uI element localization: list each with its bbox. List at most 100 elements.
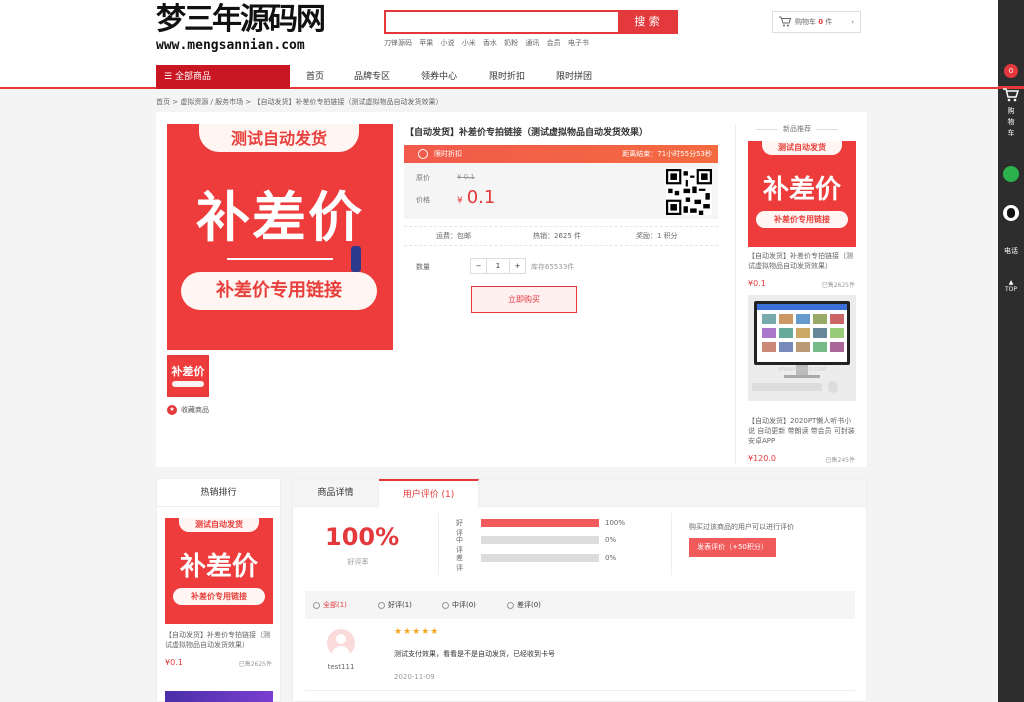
- price-currency: ¥: [457, 196, 463, 206]
- hot-word[interactable]: 小米: [462, 39, 476, 47]
- rail-cart-badge: 0: [1004, 64, 1018, 78]
- product-title: 【自动发货】补差价专拍链接（测试虚拟物品自动发货效果）: [405, 128, 649, 138]
- hot-item-image[interactable]: 测试自动发货 补差价 补差价专用链接: [165, 518, 273, 624]
- filter-all[interactable]: 全部(1): [313, 591, 347, 619]
- breadcrumb[interactable]: 首页 > 虚拟资源 / 服务市场 > 【自动发货】补差价专拍链接（测试虚拟物品自…: [156, 97, 442, 107]
- flash-countdown: 距离结束：71小时55分53秒: [622, 150, 712, 158]
- divider: [671, 513, 672, 575]
- image-pill-top: 测试自动发货: [762, 141, 842, 155]
- price-value: 0.1: [466, 187, 496, 208]
- tab-reviews[interactable]: 用户评价 (1): [379, 479, 479, 508]
- hot-word[interactable]: 刀锋源码: [384, 39, 412, 47]
- flash-label: 限时折扣: [434, 150, 462, 158]
- hot-item-title[interactable]: 【自动发货】补差价专拍链接（测试虚拟物品自动发货效果）: [165, 630, 273, 650]
- qr-code-icon: [666, 169, 712, 215]
- hot-word[interactable]: 小说: [440, 39, 454, 47]
- nav-item-discount[interactable]: 限时折扣: [489, 65, 525, 89]
- price-box: 原价 ¥ 0.1 价格 ¥0.1: [404, 163, 718, 219]
- logo-url: www.mengsannian.com: [156, 38, 305, 53]
- radio-icon: [507, 601, 514, 609]
- recommend-item-title[interactable]: 【自动发货】补差价专拍链接（测试虚拟物品自动发货效果）: [748, 251, 856, 271]
- hot-words: 刀锋源码 苹果 小说 小米 香水 奶粉 通讯 会员 电子书: [384, 38, 594, 48]
- recommend-item-price: ¥120.0: [748, 454, 776, 463]
- cart-icon[interactable]: [1003, 88, 1019, 102]
- avatar: [327, 629, 355, 657]
- search-input[interactable]: [386, 12, 618, 32]
- header-cart-button[interactable]: 购物车 0 件 ›: [772, 11, 861, 33]
- hot-item-price: ¥0.1: [165, 658, 183, 667]
- rail-phone[interactable]: 电话: [998, 246, 1024, 256]
- quantity-minus-button[interactable]: −: [471, 259, 487, 273]
- nav-item-brands[interactable]: 品牌专区: [354, 65, 390, 89]
- recommend-item-image[interactable]: WWW.MSYHD.COM: [748, 295, 856, 401]
- hot-word[interactable]: 苹果: [419, 39, 433, 47]
- review-date: 2020-11-09: [394, 673, 435, 681]
- write-review-button[interactable]: 发表评价（+50积分）: [689, 538, 776, 557]
- rating-bar-pct: 0%: [605, 536, 617, 544]
- hot-item-sold: 已售2625件: [238, 661, 272, 668]
- new-recommend: 新品推荐 测试自动发货 补差价 补差价专用链接 【自动发货】补差价专拍链接（测试…: [735, 124, 857, 464]
- review-item: test111 ★★★★★ 测试支付效果，看看是不是自动发货，已经收到卡号 20…: [305, 623, 855, 691]
- top-label: TOP: [1004, 286, 1017, 293]
- recommend-item-title[interactable]: 【自动发货】2020PT懒人听书小说 自动更新 带朗读 带会员 可封装安卓APP: [748, 416, 856, 446]
- tab-details[interactable]: 商品详情: [293, 479, 379, 507]
- nav-item-coupons[interactable]: 领券中心: [421, 65, 457, 89]
- quantity-input[interactable]: 1: [487, 259, 509, 273]
- favorite-label: 收藏商品: [181, 406, 209, 414]
- menu-icon: ☰: [164, 72, 175, 82]
- monitor-image: [748, 295, 856, 401]
- buy-now-button[interactable]: 立即购买: [471, 286, 577, 313]
- back-to-top-button[interactable]: ▲ TOP: [998, 279, 1024, 293]
- all-categories-button[interactable]: ☰ 全部商品: [156, 65, 290, 89]
- qq-icon[interactable]: [1003, 205, 1019, 221]
- recommend-item-price: ¥0.1: [748, 279, 766, 288]
- rail-cart-char: 物: [1007, 118, 1015, 126]
- filter-medium[interactable]: 中评(0): [442, 591, 476, 619]
- price: ¥0.1: [457, 187, 495, 208]
- product-thumbnail[interactable]: 补差价: [167, 355, 209, 397]
- hot-word[interactable]: 奶粉: [504, 39, 518, 47]
- review-filter: 全部(1) 好评(1) 中评(0) 差评(0): [305, 591, 855, 619]
- stock: 库存65533件: [531, 263, 575, 271]
- site-logo[interactable]: 梦三年源码网 www.mengsannian.com: [156, 4, 326, 54]
- search-button[interactable]: 搜 索: [618, 12, 676, 32]
- rating-bar-pct: 0%: [605, 554, 617, 562]
- hot-item-image[interactable]: [165, 691, 273, 702]
- radio-icon: [442, 601, 449, 609]
- nav-item-group-buy[interactable]: 限时拼团: [556, 65, 592, 89]
- recommend-item-sold: 已售2625件: [821, 282, 855, 289]
- rating-bar-track: [481, 536, 599, 544]
- image-main-text: 补差价: [762, 175, 841, 205]
- product-stats: 运费：包邮 热销：2625 件 奖励：1 积分: [404, 226, 718, 246]
- rating-bar-label: 差评: [456, 554, 463, 572]
- filter-label: 好评(1): [388, 601, 412, 609]
- image-pill-bottom: 补差价专用链接: [173, 588, 265, 605]
- hot-word[interactable]: 通讯: [525, 39, 539, 47]
- star-rating-icon: ★★★★★: [394, 627, 440, 637]
- flash-sale-bar: 限时折扣 距离结束：71小时55分53秒: [404, 145, 718, 163]
- wechat-icon[interactable]: [1003, 166, 1019, 182]
- rail-cart-label[interactable]: 购物车: [998, 106, 1024, 139]
- cart-label: 购物车: [795, 18, 816, 26]
- product-panel: 测试自动发货 补差价 补差价专用链接 补差价 ★ 收藏商品 【自动发货】补差价专拍…: [156, 112, 867, 467]
- quantity-stepper: − 1 +: [470, 258, 526, 274]
- orig-price-label: 原价: [416, 174, 430, 182]
- positive-rate: 100%: [325, 523, 400, 551]
- hot-sales: 热销：2625 件: [533, 232, 582, 240]
- hot-word[interactable]: 会员: [547, 39, 561, 47]
- filter-label: 中评(0): [452, 601, 476, 609]
- recommend-item-image[interactable]: 测试自动发货 补差价 补差价专用链接: [748, 141, 856, 247]
- quantity-plus-button[interactable]: +: [509, 259, 525, 273]
- favorite-button[interactable]: ★ 收藏商品: [167, 405, 209, 415]
- hot-word[interactable]: 香水: [483, 39, 497, 47]
- shipping: 运费：包邮: [436, 232, 471, 240]
- review-text: 测试支付效果，看看是不是自动发货，已经收到卡号: [394, 650, 555, 658]
- filter-bad[interactable]: 差评(0): [507, 591, 541, 619]
- filter-good[interactable]: 好评(1): [378, 591, 412, 619]
- rating-bar-track: [481, 519, 599, 527]
- can-review-text: 购买过该商品的用户可以进行评价: [689, 523, 794, 531]
- person-figure-icon: [351, 246, 361, 272]
- hot-word[interactable]: 电子书: [568, 39, 589, 47]
- search-bar: 搜 索: [384, 10, 678, 34]
- nav-item-home[interactable]: 首页: [306, 65, 324, 89]
